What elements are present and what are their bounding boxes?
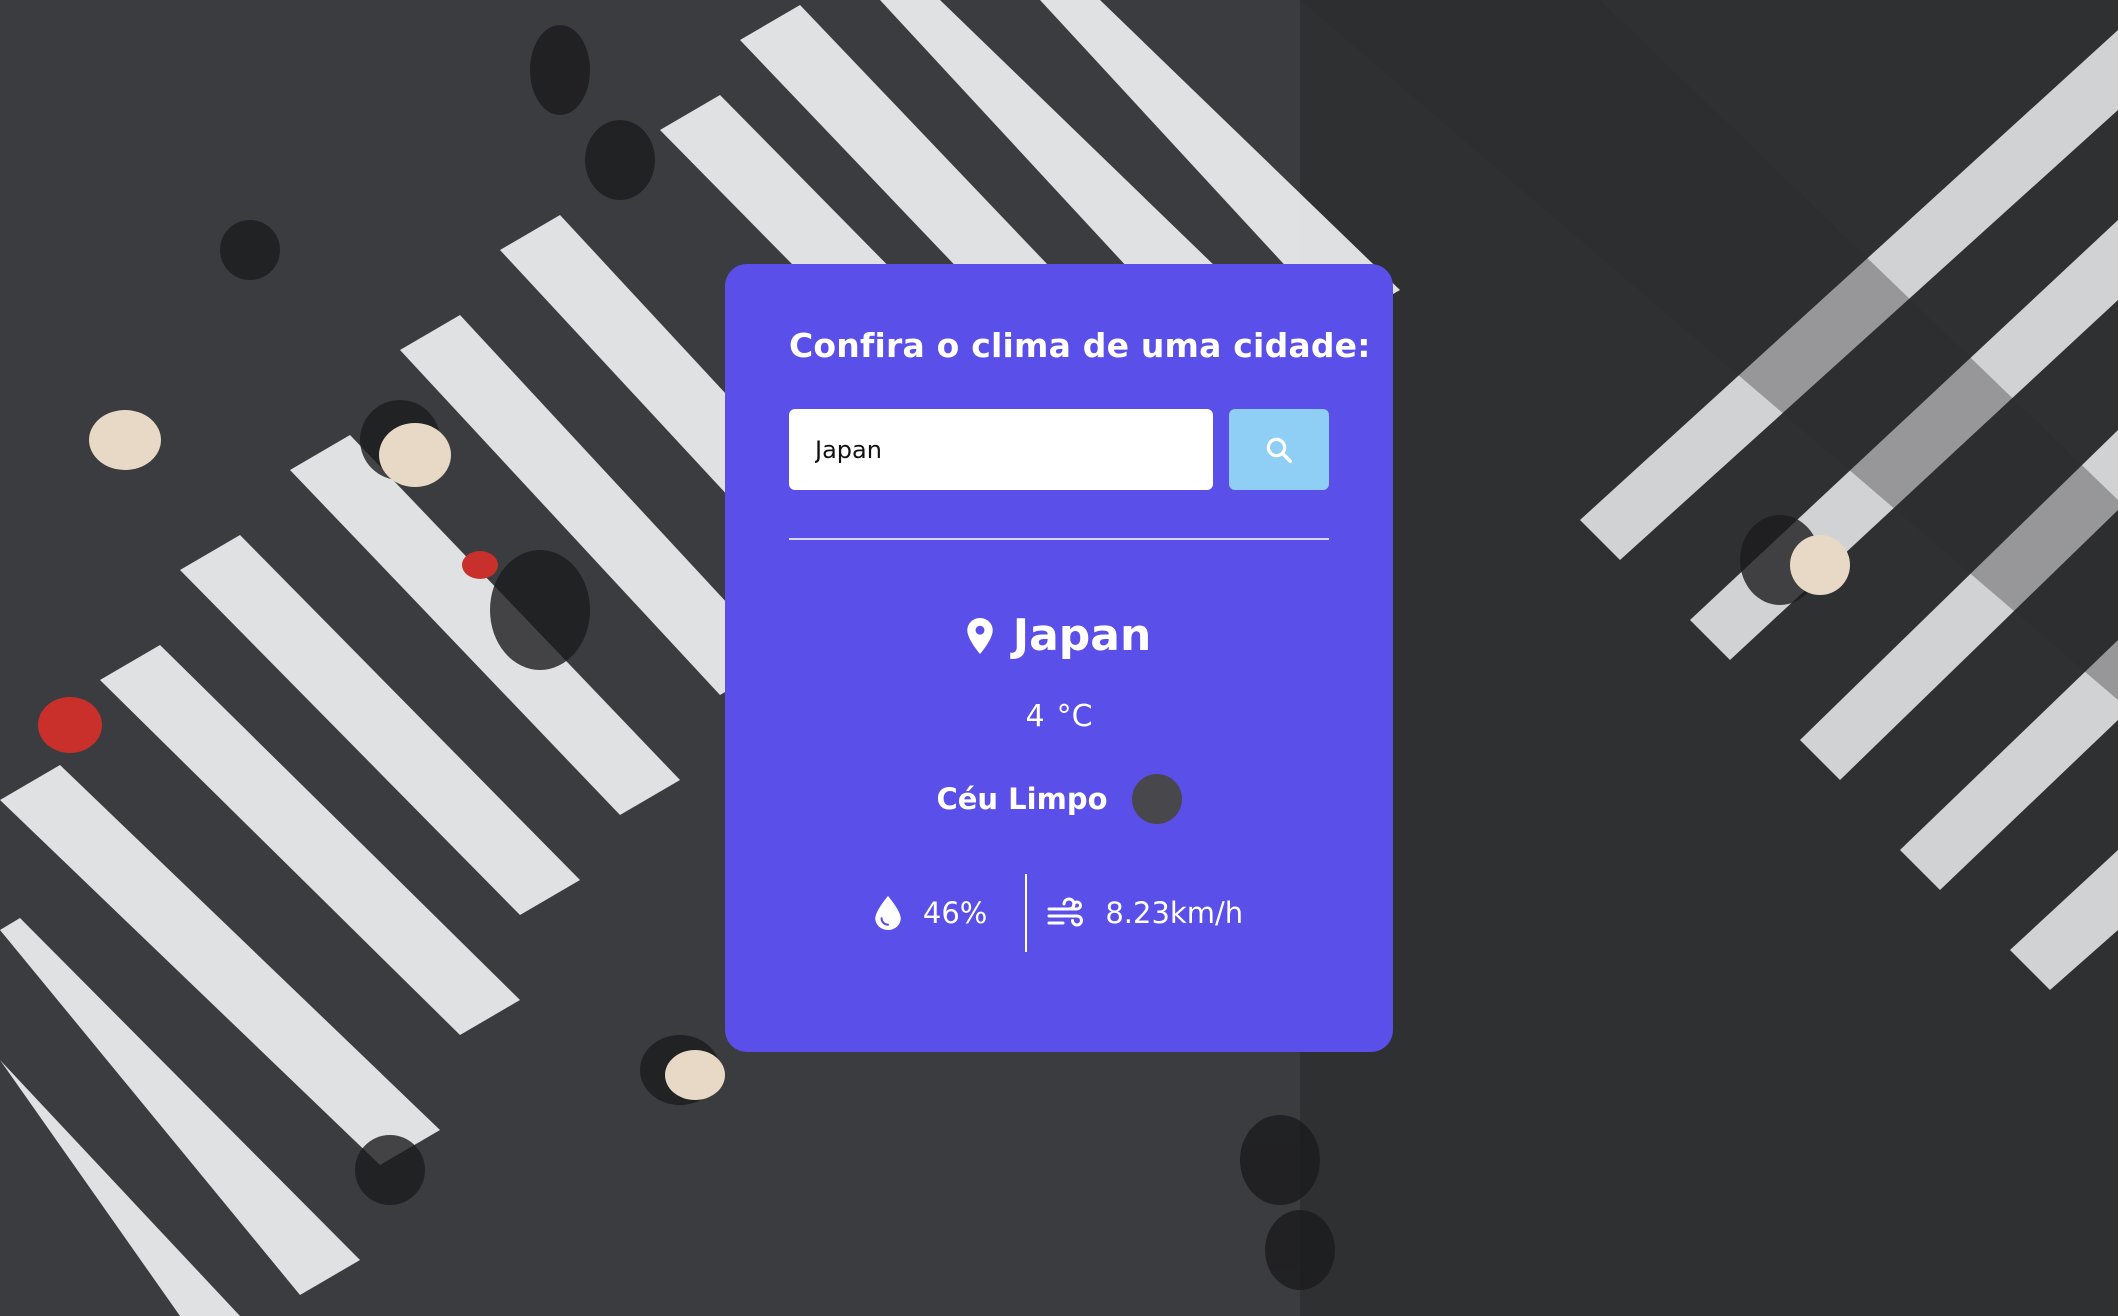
details-row: 46% 8.23km/h: [789, 874, 1329, 952]
search-icon: [1266, 437, 1292, 463]
temperature-unit: °C: [1056, 699, 1093, 734]
search-button[interactable]: [1229, 409, 1329, 490]
wind-icon: [1047, 897, 1084, 927]
temperature: 4 °C: [789, 699, 1329, 734]
card-title: Confira o clima de uma cidade:: [789, 326, 1371, 365]
weather-icon: [1131, 774, 1182, 824]
city-name: Japan: [1012, 610, 1152, 661]
search-form: [789, 409, 1329, 490]
humidity: 46%: [875, 896, 1025, 930]
humidity-value: 46%: [922, 896, 988, 930]
weather-description: Céu Limpo: [936, 782, 1108, 816]
divider: [789, 538, 1329, 540]
city-row: Japan: [789, 610, 1329, 661]
weather-card: Confira o clima de uma cidade: Japan 4 °C…: [725, 264, 1393, 1052]
city-search-input[interactable]: [789, 409, 1213, 490]
location-pin-icon: [966, 617, 993, 654]
temperature-value: 4: [1025, 699, 1045, 734]
wind: 8.23km/h: [1027, 896, 1243, 930]
wind-value: 8.23km/h: [1105, 896, 1244, 930]
description-row: Céu Limpo: [789, 774, 1329, 824]
weather-data: Japan 4 °C Céu Limpo 46% 8.23km/h: [789, 610, 1329, 952]
water-drop-icon: [875, 896, 901, 930]
